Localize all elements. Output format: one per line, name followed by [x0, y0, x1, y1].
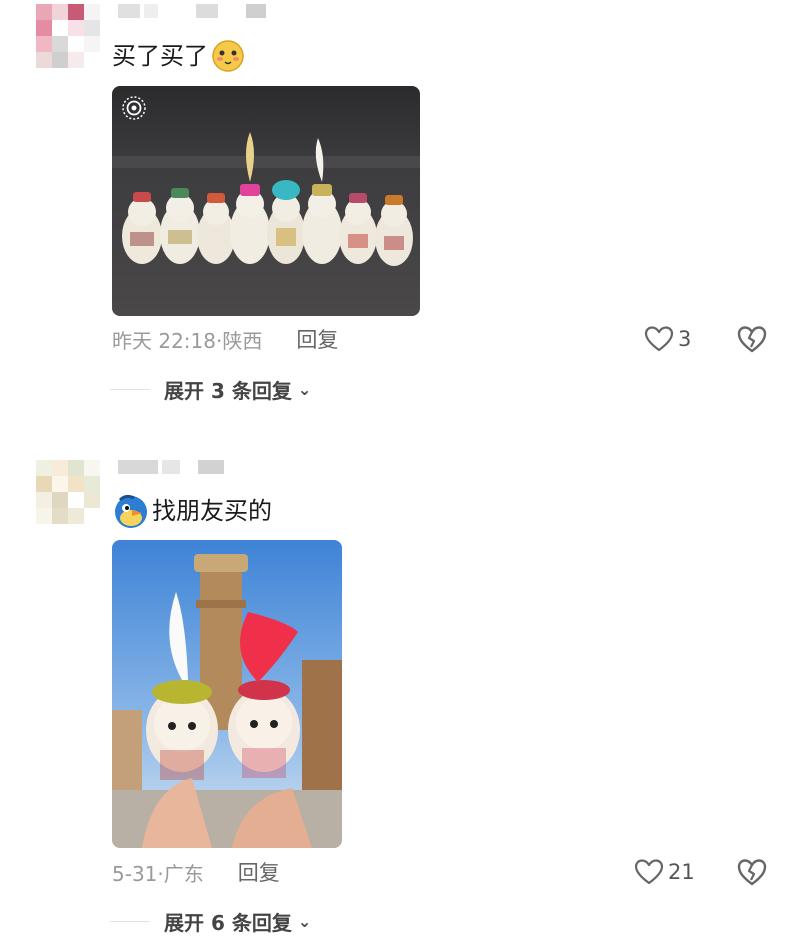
like-button[interactable]: 3 [644, 323, 691, 355]
comment-time-location: 昨天 22:18·陕西 [112, 328, 263, 353]
avatar-pixel [84, 460, 100, 476]
expand-replies-button[interactable]: 展开 3 条回复 ⌄ [110, 374, 311, 404]
like-button[interactable]: 21 [634, 856, 695, 888]
avatar-pixel [68, 52, 84, 68]
avatar[interactable] [36, 460, 100, 524]
avatar-pixel [84, 4, 100, 20]
avatar-pixel [52, 460, 68, 476]
heart-outline-icon [644, 326, 674, 352]
avatar-pixel [84, 492, 100, 508]
broken-heart-icon[interactable] [736, 856, 768, 888]
broken-heart-icon[interactable] [736, 323, 768, 355]
expand-replies-button[interactable]: 展开 6 条回复 ⌄ [110, 906, 311, 936]
chevron-down-icon: ⌄ [297, 379, 312, 399]
avatar-pixel [84, 52, 100, 68]
like-count: 21 [668, 860, 695, 884]
avatar-pixel [84, 20, 100, 36]
avatar-pixel [52, 20, 68, 36]
avatar-pixel [84, 36, 100, 52]
comment-photo-plushies-tower[interactable] [112, 540, 342, 848]
heart-outline-icon [634, 859, 664, 885]
avatar-pixel [36, 492, 52, 508]
avatar-pixel [36, 476, 52, 492]
avatar-pixel [36, 20, 52, 36]
blue-bird-emoji-icon [115, 494, 147, 528]
avatar-pixel [52, 4, 68, 20]
avatar-pixel [68, 4, 84, 20]
avatar-pixel [52, 52, 68, 68]
reply-button[interactable]: 回复 [238, 857, 280, 887]
comment-meta: 昨天 22:18·陕西 回复 [112, 323, 338, 355]
comment-time-location: 5-31·广东 [112, 861, 204, 886]
reply-button[interactable]: 回复 [296, 324, 338, 354]
avatar-pixel [68, 460, 84, 476]
avatar-pixel [68, 36, 84, 52]
chevron-down-icon: ⌄ [297, 911, 312, 931]
comment-photo-sheep-plushies[interactable] [112, 86, 420, 316]
avatar-pixel [68, 476, 84, 492]
comment-text: 找朋友买的 [112, 492, 272, 530]
avatar-pixel [52, 476, 68, 492]
avatar-pixel [84, 476, 100, 492]
like-count: 3 [678, 327, 692, 351]
comment-text-label: 找朋友买的 [152, 497, 272, 525]
avatar-pixel [68, 508, 84, 524]
divider [110, 388, 150, 390]
avatar-pixel [52, 36, 68, 52]
avatar-pixel [84, 508, 100, 524]
avatar-pixel [68, 492, 84, 508]
avatar-pixel [36, 52, 52, 68]
comment-meta: 5-31·广东 回复 [112, 856, 280, 888]
expand-replies-label: 展开 6 条回复 [164, 910, 292, 935]
avatar-pixel [36, 36, 52, 52]
avatar-pixel [68, 20, 84, 36]
comment-text: 买了买了 [112, 38, 246, 74]
username-blurred[interactable] [118, 4, 266, 26]
blush-face-emoji-icon [212, 40, 244, 72]
avatar-pixel [36, 508, 52, 524]
avatar[interactable] [36, 4, 100, 68]
username-blurred[interactable] [118, 460, 224, 482]
divider [110, 920, 150, 922]
avatar-pixel [52, 492, 68, 508]
avatar-pixel [52, 508, 68, 524]
avatar-pixel [36, 460, 52, 476]
avatar-pixel [36, 4, 52, 20]
expand-replies-label: 展开 3 条回复 [164, 378, 292, 403]
comment-text-label: 买了买了 [112, 42, 208, 70]
